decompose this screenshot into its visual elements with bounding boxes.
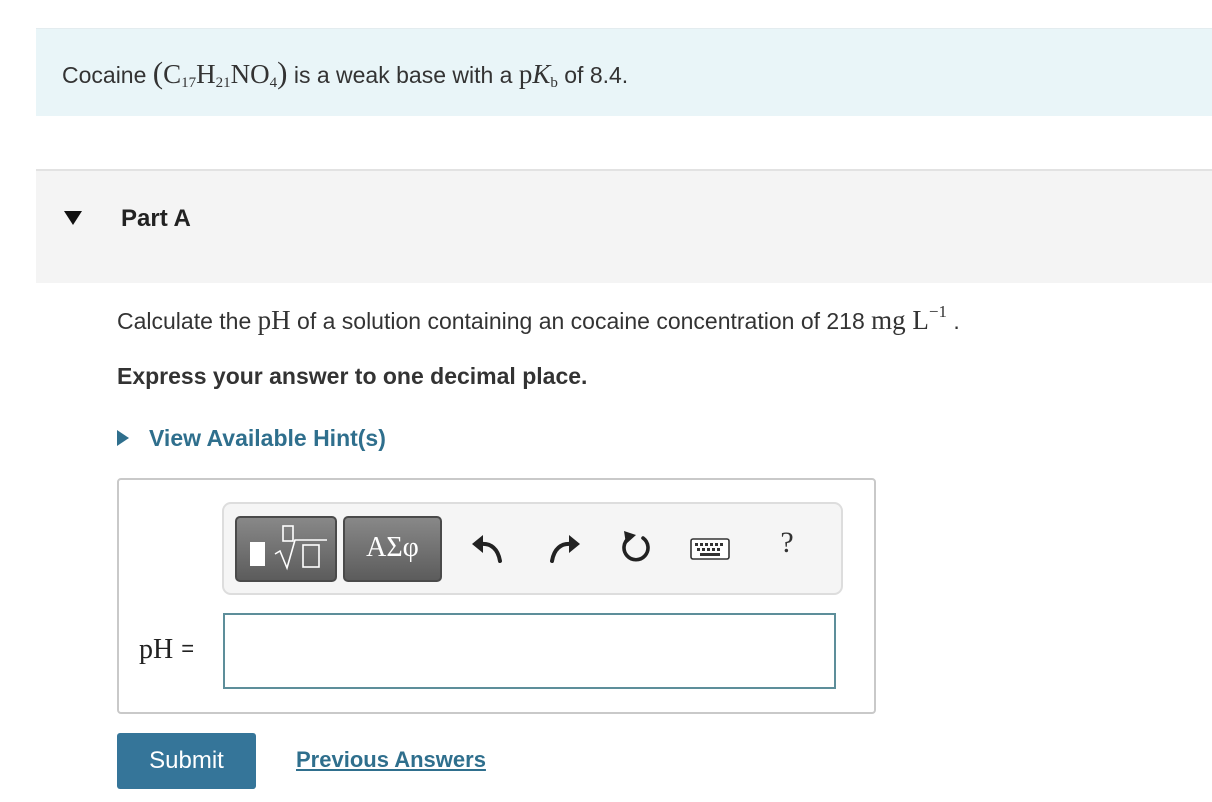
submit-button[interactable]: Submit xyxy=(117,733,256,789)
intro-middle: is a weak base with a xyxy=(287,62,519,88)
greek-symbols-button[interactable]: ΑΣφ xyxy=(343,516,442,582)
intro-suffix: of 8.4. xyxy=(557,62,629,88)
part-title: Part A xyxy=(121,205,191,232)
answer-box: ΑΣφ ? pH = xyxy=(117,478,876,714)
ph-symbol: pH xyxy=(257,305,291,335)
answer-instruction: Express your answer to one decimal place… xyxy=(117,363,588,389)
keyboard-icon[interactable] xyxy=(690,538,730,560)
ph-answer-label: pH = xyxy=(139,634,195,665)
part-a-header[interactable]: Part A xyxy=(36,169,1212,283)
caret-right-icon xyxy=(117,430,129,446)
reset-circular-arrow-icon[interactable] xyxy=(616,528,656,568)
previous-answers-link[interactable]: Previous Answers xyxy=(296,747,486,773)
intro-prefix: Cocaine xyxy=(62,62,153,88)
question-text: Calculate the pH of a solution containin… xyxy=(117,302,960,335)
view-hints-label: View Available Hint(s) xyxy=(149,424,386,451)
view-hints-toggle[interactable]: View Available Hint(s) xyxy=(117,423,386,453)
greek-label: ΑΣφ xyxy=(366,532,419,563)
intro-text: Cocaine (C17H21NO4) is a weak base with … xyxy=(62,55,628,91)
math-toolbar: ΑΣφ ? xyxy=(222,502,843,595)
cocaine-formula: (C17H21NO4) xyxy=(152,55,288,91)
problem-intro: Cocaine (C17H21NO4) is a weak base with … xyxy=(36,28,1212,116)
ph-answer-input[interactable] xyxy=(223,613,836,689)
pkb-symbol: pKb xyxy=(518,59,558,91)
templates-sqrt-icon xyxy=(250,525,327,571)
caret-down-icon xyxy=(64,211,82,225)
templates-button[interactable] xyxy=(235,516,337,582)
help-button[interactable]: ? xyxy=(769,526,805,570)
concentration-unit: mg L−1 xyxy=(871,302,947,335)
redo-arrow-icon[interactable] xyxy=(546,528,586,568)
undo-arrow-icon[interactable] xyxy=(466,528,506,568)
